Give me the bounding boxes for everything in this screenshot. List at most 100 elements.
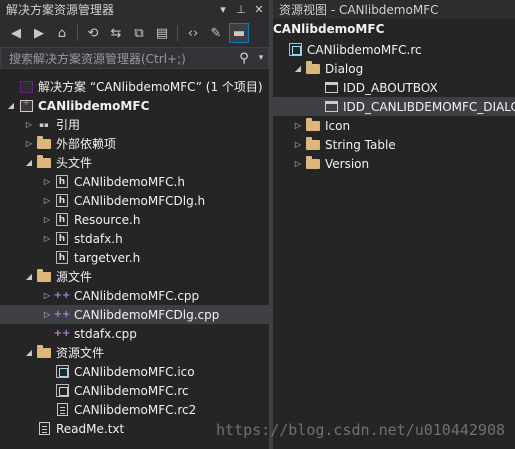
collapse-arrow-icon[interactable]: ▷ — [40, 310, 54, 319]
window-position-dropdown-icon[interactable]: ▾ — [215, 2, 231, 18]
tree-item-label: CANlibdemoMFC.rc — [74, 383, 189, 398]
expand-arrow-icon[interactable]: ◢ — [22, 272, 36, 281]
tree-item-label: CANlibdemoMFC.ico — [74, 364, 195, 379]
tree-item[interactable]: ▷ String Table — [273, 135, 515, 154]
resource-project-name: CANlibdemoMFC — [273, 21, 385, 36]
solution-explorer-title: 解决方案资源管理器 — [6, 3, 115, 17]
tree-item-label: Version — [325, 156, 370, 171]
folder-icon — [36, 154, 52, 170]
back-icon[interactable]: ◀ — [6, 23, 26, 43]
tree-item-label: CANlibdemoMFC.rc — [307, 42, 422, 57]
toolbar-separator — [177, 25, 178, 41]
tree-item-label: targetver.h — [74, 250, 141, 265]
collapse-arrow-icon[interactable]: ▷ — [40, 215, 54, 224]
collapse-arrow-icon[interactable]: ▷ — [291, 140, 305, 149]
tree-item-label: stdafx.h — [74, 231, 123, 246]
tree-item[interactable]: ◢ Dialog — [273, 59, 515, 78]
folder-icon — [305, 136, 321, 152]
header-file-icon: h — [54, 232, 70, 246]
expand-arrow-icon[interactable]: ◢ — [22, 348, 36, 357]
tree-item[interactable]: ◢ 头文件 — [0, 153, 269, 172]
tree-item-label: Dialog — [325, 61, 364, 76]
tree-item-label: 外部依赖项 — [56, 137, 117, 151]
forward-icon[interactable]: ▶ — [29, 23, 49, 43]
file-icon — [54, 403, 70, 417]
solution-icon — [18, 80, 34, 94]
show-all-files-icon[interactable]: ▤ — [152, 23, 172, 43]
sync-icon[interactable]: ⇆ — [106, 23, 126, 43]
properties-icon[interactable]: ✎ — [206, 23, 226, 43]
collapse-arrow-icon[interactable]: ▷ — [40, 196, 54, 205]
tree-item[interactable]: IDD_CANLIBDEMOMFC_DIALOG — [273, 97, 515, 116]
external-dependencies-icon — [36, 135, 52, 151]
collapse-arrow-icon[interactable]: ▷ — [22, 120, 36, 129]
expand-arrow-icon[interactable]: ◢ — [291, 64, 305, 73]
resource-file-icon — [287, 43, 303, 57]
tree-item[interactable]: ▷ h stdafx.h — [0, 229, 269, 248]
folder-icon — [305, 60, 321, 76]
tree-item[interactable]: CANlibdemoMFC.rc2 — [0, 400, 269, 419]
solution-explorer-panel: 解决方案资源管理器 ▾ ⊥ ✕ ◀ ▶ ⌂ ⟲ ⇆ ⧉ ▤ ‹› ✎ ▬ 搜索解… — [0, 0, 269, 449]
tree-item-label: 资源文件 — [56, 346, 105, 360]
resource-project-header: CANlibdemoMFC — [273, 19, 515, 38]
resource-view-titlebar: 资源视图 - CANlibdemoMFC — [273, 0, 515, 19]
search-icon[interactable]: ⚲ — [234, 51, 254, 66]
tree-item-label: IDD_CANLIBDEMOMFC_DIALOG — [343, 99, 515, 114]
solution-explorer-titlebar: 解决方案资源管理器 ▾ ⊥ ✕ — [0, 0, 269, 19]
tree-item[interactable]: ▷ h CANlibdemoMFC.h — [0, 172, 269, 191]
collapse-arrow-icon[interactable]: ▷ — [40, 177, 54, 186]
tree-item[interactable]: ++ stdafx.cpp — [0, 324, 269, 343]
tree-item[interactable]: ▷ ++ CANlibdemoMFC.cpp — [0, 286, 269, 305]
collapse-arrow-icon[interactable]: ▷ — [291, 121, 305, 130]
tree-item-label: stdafx.cpp — [74, 326, 137, 341]
collapse-arrow-icon[interactable]: ▷ — [40, 234, 54, 243]
tree-item[interactable]: ▷ Icon — [273, 116, 515, 135]
tree-item[interactable]: ▷ h CANlibdemoMFCDlg.h — [0, 191, 269, 210]
collapse-all-icon[interactable]: ⧉ — [129, 23, 149, 43]
tree-item-label: CANlibdemoMFCDlg.h — [74, 193, 206, 208]
tree-item[interactable]: ▷ Version — [273, 154, 515, 173]
pending-changes-icon[interactable]: ▬ — [229, 23, 249, 43]
tree-item[interactable]: ◢ CANlibdemoMFC — [0, 96, 269, 115]
tree-item[interactable]: IDD_ABOUTBOX — [273, 78, 515, 97]
tree-item[interactable]: ▷ ▪▪ 引用 — [0, 115, 269, 134]
tree-item[interactable]: CANlibdemoMFC.rc — [0, 381, 269, 400]
tree-item-label: CANlibdemoMFC.h — [74, 174, 185, 189]
tree-item-label: CANlibdemoMFC.rc2 — [74, 402, 197, 417]
tree-item-label: 源文件 — [56, 270, 93, 284]
tree-item[interactable]: ◢ 源文件 — [0, 267, 269, 286]
tree-item[interactable]: ▷ ++ CANlibdemoMFCDlg.cpp — [0, 305, 269, 324]
header-file-icon: h — [54, 175, 70, 189]
collapse-arrow-icon[interactable]: ▷ — [40, 291, 54, 300]
close-icon[interactable]: ✕ — [251, 2, 267, 18]
solution-search-box[interactable]: 搜索解决方案资源管理器(Ctrl+;) ⚲ ▾ — [0, 47, 269, 69]
tree-item[interactable]: 解决方案 “CANlibdemoMFC” (1 个项目) — [0, 77, 269, 96]
header-file-icon: h — [54, 251, 70, 265]
tree-item-label: CANlibdemoMFC — [38, 98, 150, 113]
toolbar-separator — [77, 25, 78, 41]
tree-item-label: 引用 — [56, 118, 81, 132]
file-icon — [36, 422, 52, 436]
pin-icon[interactable]: ⊥ — [233, 2, 249, 18]
expand-arrow-icon[interactable]: ◢ — [4, 101, 18, 110]
solution-explorer-toolbar: ◀ ▶ ⌂ ⟲ ⇆ ⧉ ▤ ‹› ✎ ▬ — [0, 19, 269, 47]
solution-tree: 解决方案 “CANlibdemoMFC” (1 个项目) ◢ CANlibdemoM… — [0, 77, 269, 438]
expand-arrow-icon[interactable]: ◢ — [22, 158, 36, 167]
resource-view-title: 资源视图 - CANlibdemoMFC — [279, 3, 439, 17]
tree-item[interactable]: ▷ h Resource.h — [0, 210, 269, 229]
search-input[interactable]: 搜索解决方案资源管理器(Ctrl+;) — [9, 50, 234, 67]
search-options-dropdown-icon[interactable]: ▾ — [254, 53, 268, 63]
image-file-icon — [54, 365, 70, 379]
home-icon[interactable]: ⌂ — [52, 23, 72, 43]
tree-item[interactable]: CANlibdemoMFC.rc — [273, 40, 515, 59]
tree-item[interactable]: ▷ 外部依赖项 — [0, 134, 269, 153]
history-icon[interactable]: ⟲ — [83, 23, 103, 43]
collapse-arrow-icon[interactable]: ▷ — [22, 139, 36, 148]
cpp-file-icon: ++ — [53, 309, 71, 320]
tree-item[interactable]: CANlibdemoMFC.ico — [0, 362, 269, 381]
tree-item[interactable]: ◢ 资源文件 — [0, 343, 269, 362]
tree-item[interactable]: h targetver.h — [0, 248, 269, 267]
tree-item-label: CANlibdemoMFC.cpp — [74, 288, 200, 303]
code-icon[interactable]: ‹› — [183, 23, 203, 43]
collapse-arrow-icon[interactable]: ▷ — [291, 159, 305, 168]
